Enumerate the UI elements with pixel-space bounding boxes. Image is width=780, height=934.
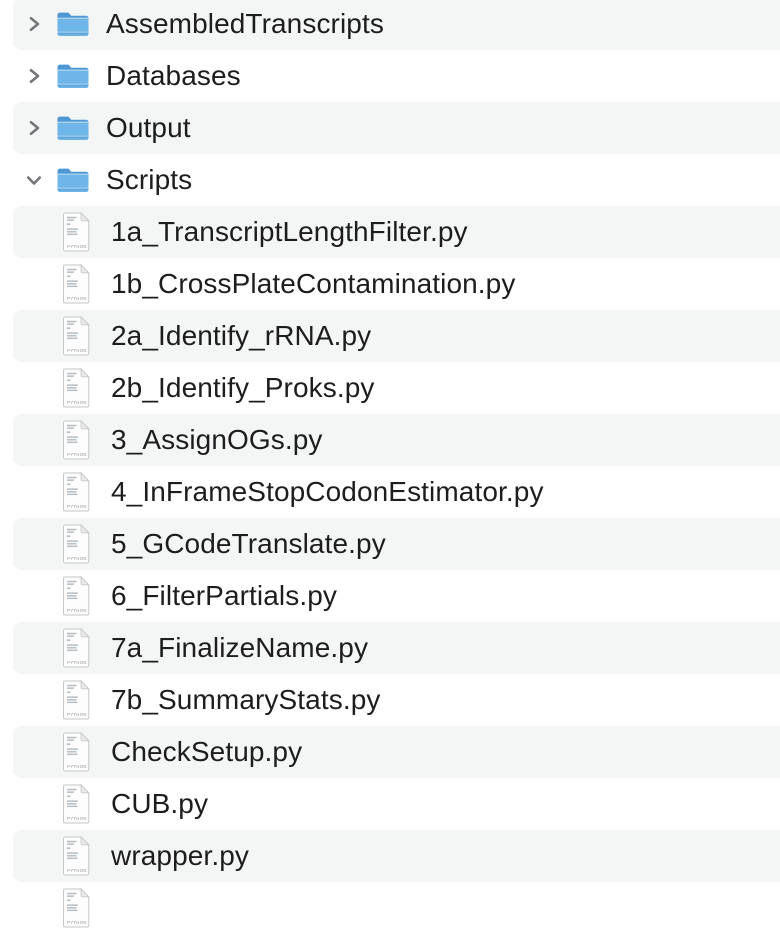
item-name[interactable]: CUB.py: [111, 788, 208, 820]
python-badge-text: PYTHON: [67, 400, 87, 405]
python-file-icon: PYTHON: [62, 784, 92, 824]
disclosure-triangle[interactable]: [24, 690, 44, 710]
chevron-right-icon: [24, 66, 44, 86]
list-item[interactable]: PYTHON 1b_CrossPlateContamination.py: [0, 258, 780, 310]
disclosure-triangle[interactable]: [24, 898, 44, 918]
python-file-icon: PYTHON: [62, 576, 92, 616]
python-file-icon: PYTHON: [62, 212, 92, 252]
folder-icon: [56, 113, 89, 144]
disclosure-triangle[interactable]: [24, 326, 44, 346]
item-name[interactable]: 5_GCodeTranslate.py: [111, 528, 386, 560]
python-badge-text: PYTHON: [67, 504, 87, 509]
disclosure-triangle[interactable]: [24, 794, 44, 814]
disclosure-triangle[interactable]: [24, 430, 44, 450]
list-item[interactable]: PYTHON wrapper.py: [0, 830, 780, 882]
chevron-down-icon: [24, 170, 44, 190]
python-file-icon: PYTHON: [62, 264, 92, 304]
list-item[interactable]: PYTHON 7a_FinalizeName.py: [0, 622, 780, 674]
disclosure-triangle[interactable]: [24, 638, 44, 658]
list-item[interactable]: PYTHON CUB.py: [0, 778, 780, 830]
item-name[interactable]: CheckSetup.py: [111, 736, 302, 768]
item-name[interactable]: wrapper.py: [111, 840, 249, 872]
disclosure-triangle[interactable]: [24, 170, 44, 190]
list-item[interactable]: PYTHON Output: [0, 102, 780, 154]
item-name[interactable]: 4_InFrameStopCodonEstimator.py: [111, 476, 544, 508]
python-badge-text: PYTHON: [67, 452, 87, 457]
python-badge-text: PYTHON: [67, 296, 87, 301]
item-name[interactable]: 1b_CrossPlateContamination.py: [111, 268, 515, 300]
disclosure-triangle[interactable]: [24, 534, 44, 554]
python-file-icon: PYTHON: [62, 628, 92, 668]
list-item[interactable]: PYTHON 5_GCodeTranslate.py: [0, 518, 780, 570]
list-item[interactable]: PYTHON 4_InFrameStopCodonEstimator.py: [0, 466, 780, 518]
item-name[interactable]: 2b_Identify_Proks.py: [111, 372, 375, 404]
python-file-icon: PYTHON: [62, 888, 92, 928]
python-badge-text: PYTHON: [67, 764, 87, 769]
python-file-icon: PYTHON: [62, 316, 92, 356]
list-item[interactable]: PYTHON 2a_Identify_rRNA.py: [0, 310, 780, 362]
chevron-right-icon: [24, 118, 44, 138]
disclosure-triangle[interactable]: [24, 14, 44, 34]
list-item-partial[interactable]: PYTHON: [0, 882, 780, 934]
folder-icon: [56, 165, 89, 196]
python-badge-text: PYTHON: [67, 660, 87, 665]
python-file-icon: PYTHON: [62, 836, 92, 876]
python-badge-text: PYTHON: [67, 244, 87, 249]
list-item[interactable]: PYTHON 6_FilterPartials.py: [0, 570, 780, 622]
list-item[interactable]: PYTHON Scripts: [0, 154, 780, 206]
folder-icon: [56, 61, 89, 92]
python-file-icon: PYTHON: [62, 524, 92, 564]
item-name[interactable]: 7a_FinalizeName.py: [111, 632, 368, 664]
disclosure-triangle[interactable]: [24, 846, 44, 866]
chevron-right-icon: [24, 14, 44, 34]
item-name[interactable]: Databases: [106, 60, 241, 92]
item-name[interactable]: Scripts: [106, 164, 192, 196]
disclosure-triangle[interactable]: [24, 274, 44, 294]
list-item[interactable]: PYTHON 7b_SummaryStats.py: [0, 674, 780, 726]
folder-icon: [56, 9, 89, 40]
python-badge-text: PYTHON: [67, 816, 87, 821]
python-badge-text: PYTHON: [67, 712, 87, 717]
item-name[interactable]: Output: [106, 112, 191, 144]
disclosure-triangle[interactable]: [24, 482, 44, 502]
disclosure-triangle[interactable]: [24, 222, 44, 242]
item-name[interactable]: 6_FilterPartials.py: [111, 580, 337, 612]
item-name[interactable]: 2a_Identify_rRNA.py: [111, 320, 371, 352]
python-badge-text: PYTHON: [67, 348, 87, 353]
list-item[interactable]: PYTHON AssembledTranscripts: [0, 0, 780, 50]
list-item[interactable]: PYTHON 2b_Identify_Proks.py: [0, 362, 780, 414]
python-badge-text: PYTHON: [67, 920, 87, 925]
disclosure-triangle[interactable]: [24, 586, 44, 606]
list-item[interactable]: PYTHON CheckSetup.py: [0, 726, 780, 778]
disclosure-triangle[interactable]: [24, 378, 44, 398]
python-file-icon: PYTHON: [62, 680, 92, 720]
python-badge-text: PYTHON: [67, 556, 87, 561]
item-name[interactable]: AssembledTranscripts: [106, 8, 384, 40]
list-item[interactable]: PYTHON 1a_TranscriptLengthFilter.py: [0, 206, 780, 258]
python-file-icon: PYTHON: [62, 472, 92, 512]
disclosure-triangle[interactable]: [24, 118, 44, 138]
list-item[interactable]: PYTHON Databases: [0, 50, 780, 102]
python-file-icon: PYTHON: [62, 368, 92, 408]
python-file-icon: PYTHON: [62, 732, 92, 772]
python-badge-text: PYTHON: [67, 608, 87, 613]
item-name[interactable]: 7b_SummaryStats.py: [111, 684, 380, 716]
item-name[interactable]: 3_AssignOGs.py: [111, 424, 323, 456]
python-badge-text: PYTHON: [67, 868, 87, 873]
item-name[interactable]: 1a_TranscriptLengthFilter.py: [111, 216, 468, 248]
disclosure-triangle[interactable]: [24, 66, 44, 86]
list-item[interactable]: PYTHON 3_AssignOGs.py: [0, 414, 780, 466]
disclosure-triangle[interactable]: [24, 742, 44, 762]
python-file-icon: PYTHON: [62, 420, 92, 460]
file-list: PYTHON AssembledTranscripts: [0, 0, 780, 934]
